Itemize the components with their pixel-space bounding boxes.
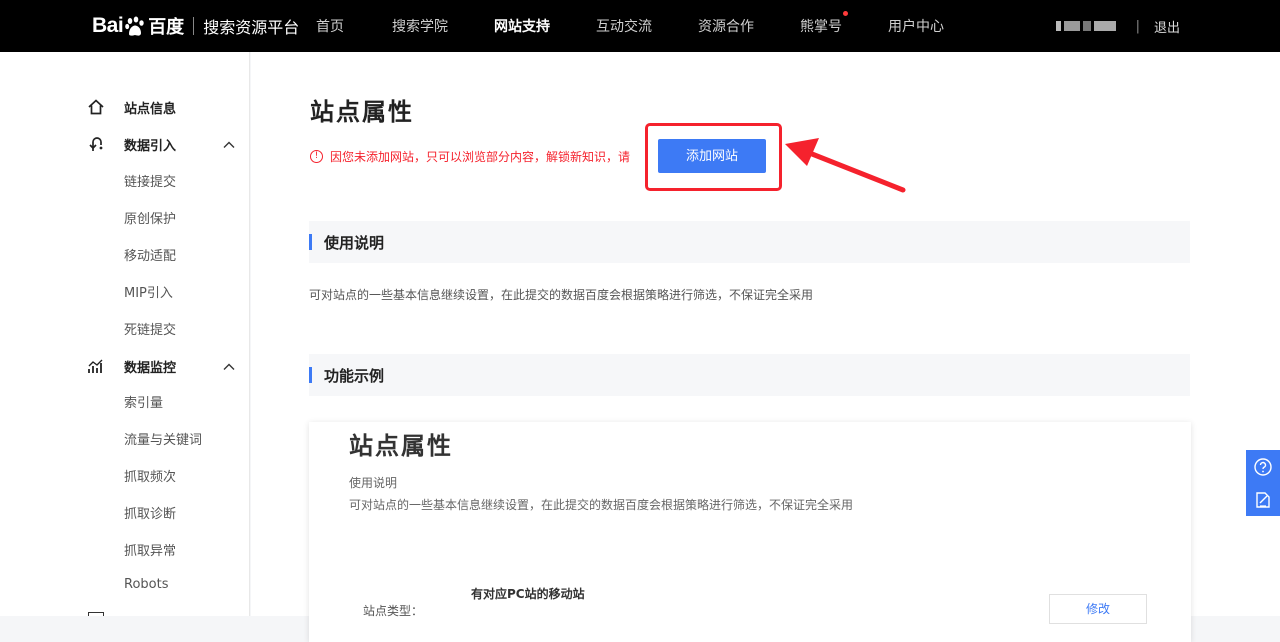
user-area: | 退出 <box>1055 0 1180 52</box>
baidu-logo[interactable]: Bai 百度 搜索资源平台 <box>92 11 299 41</box>
sidebar-group-label: 数据引入 <box>124 138 177 154</box>
nav-home[interactable]: 首页 <box>316 16 344 36</box>
sidebar-group-data-import[interactable]: 数据引入 <box>86 134 236 154</box>
example-screenshot-card: 站点属性 使用说明 可对站点的一些基本信息继续设置，在此提交的数据百度会根据策略… <box>309 422 1191 642</box>
sidebar-group-label: 数据监控 <box>124 360 177 376</box>
sidebar-item-crawl-errors[interactable]: 抓取异常 <box>124 540 176 559</box>
logo-text-baidu: 百度 <box>148 17 185 38</box>
platform-name: 搜索资源平台 <box>203 18 300 37</box>
floating-toolbar <box>1246 450 1280 516</box>
sidebar-item-crawl-diagnosis[interactable]: 抓取诊断 <box>124 503 176 522</box>
nav-user-center[interactable]: 用户中心 <box>888 16 944 36</box>
section-title: 功能示例 <box>324 366 385 385</box>
nav-search-academy[interactable]: 搜索学院 <box>392 16 448 36</box>
annotation-highlight-box <box>645 123 782 191</box>
section-title: 使用说明 <box>324 233 385 252</box>
sidebar-group-data-monitor[interactable]: 数据监控 <box>86 356 236 376</box>
sidebar-next-group-icon <box>88 612 104 616</box>
logout-link[interactable]: 退出 <box>1154 17 1180 36</box>
sidebar-group-site-info[interactable]: 站点信息 <box>86 97 236 117</box>
sidebar-item-mip[interactable]: MIP引入 <box>124 282 173 301</box>
section-header-usage: 使用说明 <box>309 221 1190 263</box>
chevron-up-icon[interactable] <box>222 359 236 373</box>
warning-text: 因您未添加网站，只可以浏览部分内容，解锁新知识，请 <box>330 150 631 164</box>
usage-description: 可对站点的一些基本信息继续设置，在此提交的数据百度会根据策略进行筛选，不保证完全… <box>309 288 814 302</box>
section-header-example: 功能示例 <box>309 354 1190 396</box>
example-description: 可对站点的一些基本信息继续设置，在此提交的数据百度会根据策略进行筛选，不保证完全… <box>349 498 854 512</box>
logo-divider <box>193 17 195 35</box>
notification-dot <box>843 11 848 16</box>
main-nav: 首页 搜索学院 网站支持 互动交流 资源合作 熊掌号 用户中心 <box>316 0 944 52</box>
user-separator: | <box>1135 18 1140 34</box>
username-redacted[interactable] <box>1055 21 1116 31</box>
example-title: 站点属性 <box>349 432 453 460</box>
example-subtitle: 使用说明 <box>349 476 398 490</box>
data-monitor-icon <box>86 356 106 376</box>
example-site-type-label: 站点类型： <box>363 604 424 618</box>
nav-resource-cooperation[interactable]: 资源合作 <box>698 16 754 36</box>
nav-xiongzhanghao[interactable]: 熊掌号 <box>800 11 848 36</box>
help-icon[interactable] <box>1246 450 1280 483</box>
sidebar-item-link-submit[interactable]: 链接提交 <box>124 171 176 190</box>
sidebar-item-original-protection[interactable]: 原创保护 <box>124 208 176 227</box>
sidebar-item-traffic-keywords[interactable]: 流量与关键词 <box>124 429 202 448</box>
sidebar: 站点信息 数据引入 链接提交 原创保护 移动适配 MIP引入 死链提交 数据监控… <box>0 52 250 616</box>
home-icon <box>86 97 106 117</box>
sidebar-item-robots[interactable]: Robots <box>124 577 168 592</box>
example-site-type-option: 有对应PC站的移动站 <box>471 587 585 601</box>
sidebar-item-mobile-adaptation[interactable]: 移动适配 <box>124 245 176 264</box>
nav-interaction[interactable]: 互动交流 <box>596 16 652 36</box>
sidebar-item-crawl-frequency[interactable]: 抓取频次 <box>124 466 176 485</box>
data-import-icon <box>86 134 106 154</box>
sidebar-group-label: 站点信息 <box>124 101 177 117</box>
nav-xiongzhanghao-label: 熊掌号 <box>800 19 842 35</box>
chevron-up-icon[interactable] <box>222 137 236 151</box>
page-title: 站点属性 <box>310 98 414 126</box>
logo-text-bai: Bai <box>92 14 124 37</box>
section-marker <box>309 234 312 250</box>
baidu-paw-icon <box>124 15 146 37</box>
feedback-icon[interactable] <box>1246 483 1280 516</box>
example-edit-button: 修改 <box>1049 594 1147 624</box>
page-scrollbar[interactable] <box>1270 52 1280 616</box>
section-marker <box>309 367 312 383</box>
nav-site-support[interactable]: 网站支持 <box>494 16 550 36</box>
warning-icon: ! <box>310 150 323 163</box>
sidebar-item-dead-link[interactable]: 死链提交 <box>124 319 176 338</box>
add-site-warning: ! 因您未添加网站，只可以浏览部分内容，解锁新知识，请 <box>310 148 630 165</box>
main-content: 站点属性 ! 因您未添加网站，只可以浏览部分内容，解锁新知识，请 添加网站 使用… <box>251 52 1280 642</box>
sidebar-item-index-volume[interactable]: 索引量 <box>124 392 163 411</box>
top-navigation-bar: Bai 百度 搜索资源平台 首页 搜索学院 网站支持 互动交流 资源合作 熊掌号… <box>0 0 1280 52</box>
annotation-arrow <box>785 138 906 193</box>
